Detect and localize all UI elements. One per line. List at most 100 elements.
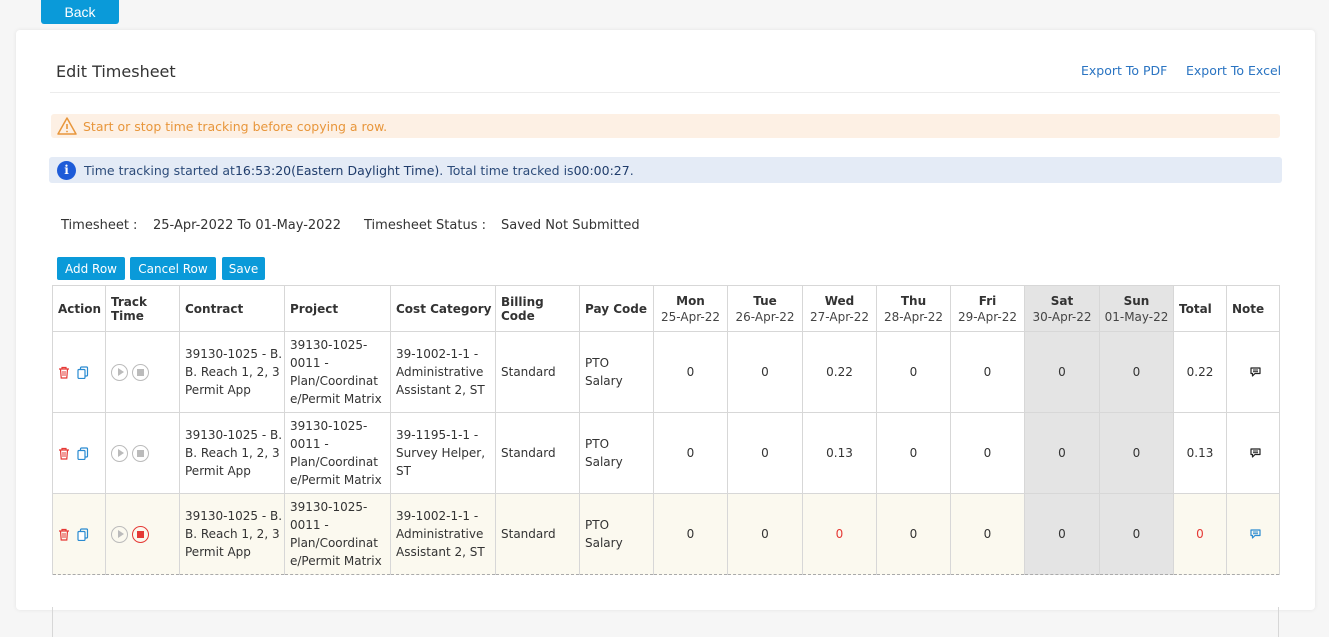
- play-icon[interactable]: [111, 525, 128, 543]
- col-day: Mon 25-Apr-22: [653, 285, 728, 332]
- info-total-time: 00:00:27: [573, 162, 630, 178]
- cost-line: 39-1002-1-1 -: [396, 347, 479, 361]
- pay-code-cell: PTO Salary: [579, 331, 654, 413]
- hours-cell[interactable]: 0: [950, 493, 1025, 575]
- hours-cell[interactable]: 0: [802, 493, 877, 575]
- trash-icon[interactable]: [58, 447, 70, 460]
- project-line: 0011 -: [290, 437, 329, 451]
- action-cell: [52, 412, 106, 494]
- contract-line: Permit App: [185, 545, 251, 559]
- save-button[interactable]: Save: [222, 257, 265, 280]
- copy-icon[interactable]: [77, 527, 89, 541]
- project-cell: 39130-1025- 0011 - Plan/Coordinat e/Permit …: [284, 493, 391, 575]
- hours-cell[interactable]: 0: [1024, 331, 1100, 413]
- contract-line: Permit App: [185, 383, 251, 397]
- day-name: Tue: [753, 293, 777, 308]
- col-billing-code: Billing Code: [495, 285, 580, 332]
- hours-cell[interactable]: 0: [727, 331, 803, 413]
- info-start-time: 16:53:20(Eastern Daylight Time): [234, 162, 440, 178]
- contract-cell: 39130-1025 - B. B. Reach 1, 2, 3 Permit Ap…: [179, 331, 285, 413]
- day-date: 25-Apr-22: [661, 309, 720, 324]
- day-date: 30-Apr-22: [1032, 309, 1092, 324]
- comment-icon[interactable]: [1250, 367, 1261, 377]
- hours-cell[interactable]: 0: [876, 412, 951, 494]
- copy-icon[interactable]: [77, 365, 89, 379]
- note-cell: [1226, 493, 1280, 575]
- hours-cell[interactable]: 0: [876, 493, 951, 575]
- project-line: e/Permit Matrix: [290, 392, 382, 406]
- hours-cell[interactable]: 0: [727, 493, 803, 575]
- hours-cell[interactable]: 0: [950, 412, 1025, 494]
- note-cell: [1226, 331, 1280, 413]
- project-line: 0011 -: [290, 518, 329, 532]
- day-name: Thu: [900, 293, 927, 308]
- hours-cell[interactable]: 0: [876, 331, 951, 413]
- timesheet-range: 25-Apr-2022 To 01-May-2022: [153, 218, 341, 233]
- project-cell: 39130-1025- 0011 - Plan/Coordinat e/Permit …: [284, 412, 391, 494]
- col-action: Action: [52, 285, 106, 332]
- cost-category-cell: 39-1002-1-1 - Administrative Assistant 2, …: [390, 331, 496, 413]
- contract-line: B. Reach 1, 2, 3: [185, 365, 280, 379]
- table-row: 39130-1025 - B. B. Reach 1, 2, 3 Permit Ap…: [52, 493, 1280, 575]
- export-pdf-link[interactable]: Export To PDF: [1081, 63, 1167, 78]
- hours-cell[interactable]: 0: [950, 331, 1025, 413]
- hours-cell[interactable]: 0: [1099, 331, 1174, 413]
- play-icon[interactable]: [111, 444, 128, 462]
- stop-icon[interactable]: [132, 444, 149, 462]
- project-line: 39130-1025-: [290, 338, 368, 352]
- hours-cell[interactable]: 0: [1099, 493, 1174, 575]
- day-name: Sat: [1050, 293, 1074, 308]
- cost-line: ST: [396, 464, 411, 478]
- pay-code-cell: PTO Salary: [579, 412, 654, 494]
- trash-icon[interactable]: [58, 366, 70, 379]
- project-line: 39130-1025-: [290, 419, 368, 433]
- hours-cell[interactable]: 0: [727, 412, 803, 494]
- cost-line: 39-1195-1-1 -: [396, 428, 479, 442]
- cost-line: Survey Helper,: [396, 446, 486, 460]
- warning-text: Start or stop time tracking before copyi…: [83, 118, 388, 134]
- contract-cell: 39130-1025 - B. B. Reach 1, 2, 3 Permit Ap…: [179, 412, 285, 494]
- action-cell: [52, 331, 106, 413]
- project-line: e/Permit Matrix: [290, 554, 382, 568]
- pay-line: PTO: [585, 437, 610, 451]
- add-row-button[interactable]: Add Row: [57, 257, 125, 280]
- day-date: 28-Apr-22: [884, 309, 943, 324]
- export-excel-link[interactable]: Export To Excel: [1186, 63, 1281, 78]
- col-total: Total: [1173, 285, 1227, 332]
- day-name: Wed: [824, 293, 855, 308]
- track-cell: [105, 412, 180, 494]
- hours-cell[interactable]: 0: [653, 412, 728, 494]
- stop-icon[interactable]: [132, 363, 149, 381]
- copy-icon[interactable]: [77, 446, 89, 460]
- comment-icon[interactable]: [1250, 448, 1261, 458]
- timesheet-table: Action Track Time Contract Project Cost …: [52, 285, 1280, 575]
- warning-banner: Start or stop time tracking before copyi…: [51, 114, 1280, 138]
- play-icon[interactable]: [111, 363, 128, 381]
- project-line: e/Permit Matrix: [290, 473, 382, 487]
- hours-cell[interactable]: 0: [653, 331, 728, 413]
- hours-cell[interactable]: 0: [653, 493, 728, 575]
- trash-icon[interactable]: [58, 528, 70, 541]
- info-mid: . Total time tracked is: [439, 162, 574, 178]
- table-row: 39130-1025 - B. B. Reach 1, 2, 3 Permit Ap…: [52, 412, 1280, 494]
- info-suffix: .: [629, 162, 634, 178]
- status-label: Timesheet Status :: [364, 218, 486, 233]
- back-button[interactable]: Back: [41, 0, 119, 24]
- comment-icon[interactable]: [1250, 529, 1261, 539]
- hours-cell[interactable]: 0: [1099, 412, 1174, 494]
- col-day: Tue 26-Apr-22: [727, 285, 803, 332]
- cancel-row-button[interactable]: Cancel Row: [130, 257, 216, 280]
- hours-cell[interactable]: 0.22: [802, 331, 877, 413]
- hours-cell[interactable]: 0: [1024, 493, 1100, 575]
- warning-triangle-icon: [57, 117, 77, 135]
- header-divider: [50, 92, 1280, 93]
- timesheet-label: Timesheet :: [61, 218, 138, 233]
- hours-cell[interactable]: 0: [1024, 412, 1100, 494]
- status-value: Saved Not Submitted: [501, 218, 640, 233]
- stop-icon[interactable]: [132, 525, 149, 543]
- hours-cell[interactable]: 0.13: [802, 412, 877, 494]
- note-cell: [1226, 412, 1280, 494]
- table-header-row: Action Track Time Contract Project Cost …: [52, 285, 1280, 332]
- billing-code-cell: Standard: [495, 493, 580, 575]
- pay-line: PTO: [585, 518, 610, 532]
